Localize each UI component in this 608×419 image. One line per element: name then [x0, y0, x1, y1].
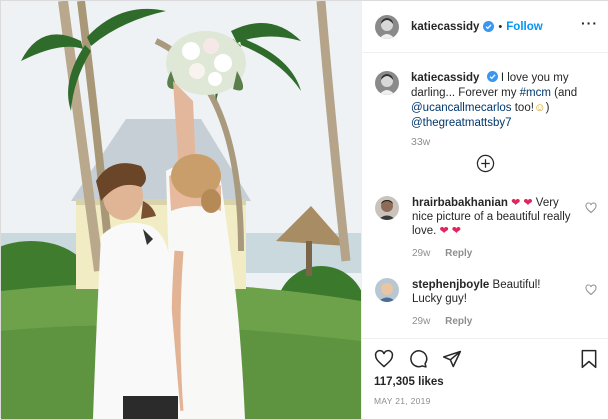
- author-avatar[interactable]: [375, 14, 399, 39]
- comment-text: stephenjboyle Beautiful! Lucky guy!: [412, 278, 572, 306]
- commenter-avatar[interactable]: [375, 278, 399, 302]
- wedding-photo-illustration: [1, 1, 361, 419]
- share-icon[interactable]: [442, 349, 462, 369]
- post-actions: 117,305 likes MAY 21, 2019: [362, 338, 608, 419]
- caption-username[interactable]: katiecassidy: [411, 72, 479, 84]
- smile-emoji: ☺: [533, 102, 546, 114]
- commenter-username[interactable]: stephenjboyle: [412, 279, 489, 291]
- author-username[interactable]: katiecassidy: [411, 21, 479, 33]
- comment-meta: 29w Reply: [412, 316, 484, 327]
- reply-button[interactable]: Reply: [445, 248, 472, 259]
- like-comment-icon[interactable]: [585, 284, 597, 296]
- like-comment-icon[interactable]: [585, 202, 597, 214]
- bookmark-icon[interactable]: [580, 349, 598, 369]
- reply-button[interactable]: Reply: [445, 316, 472, 327]
- comment-timestamp[interactable]: 29w: [412, 248, 430, 259]
- separator-dot: •: [498, 20, 503, 33]
- verified-badge-icon: [486, 71, 498, 82]
- heart-emojis: ❤ ❤: [511, 197, 533, 209]
- instagram-post: katiecassidy • Follow ··· katiecassidy I…: [0, 0, 608, 419]
- caption-timestamp[interactable]: 33w: [411, 136, 430, 148]
- caption-author-avatar[interactable]: [375, 71, 399, 95]
- caption-body-4: ): [545, 102, 550, 114]
- mention-link-2[interactable]: @thegreatmattsby7: [411, 117, 512, 129]
- comment-timestamp[interactable]: 29w: [412, 316, 430, 327]
- mention-link-1[interactable]: @ucancallmecarlos: [411, 102, 512, 114]
- caption-body-2: (and: [554, 87, 578, 99]
- more-options-icon[interactable]: ···: [581, 16, 598, 30]
- comment-icon[interactable]: [408, 349, 428, 369]
- verified-badge-icon: [483, 21, 495, 32]
- caption-body-3: too!: [514, 102, 534, 114]
- follow-button[interactable]: Follow: [506, 21, 542, 33]
- like-icon[interactable]: [374, 349, 394, 369]
- bouquet: [166, 31, 246, 95]
- post-header: katiecassidy • Follow ···: [362, 1, 608, 53]
- post-photo[interactable]: [1, 1, 361, 419]
- post-date[interactable]: MAY 21, 2019: [374, 396, 431, 406]
- action-icons: [374, 349, 462, 371]
- load-more-comments-icon[interactable]: [476, 154, 495, 173]
- post-side-panel: katiecassidy • Follow ··· katiecassidy I…: [361, 1, 608, 419]
- commenter-username[interactable]: hrairbabakhanian: [412, 197, 508, 209]
- likes-count[interactable]: 117,305 likes: [374, 376, 444, 388]
- comment-text: hrairbabakhanian ❤ ❤ Very nice picture o…: [412, 196, 572, 238]
- caption-text: katiecassidy I love you my darling... Fo…: [411, 71, 601, 131]
- comment-meta: 29w Reply: [412, 248, 484, 259]
- heart-emojis: ❤ ❤: [439, 225, 462, 237]
- hashtag-link[interactable]: #mcm: [520, 87, 551, 99]
- commenter-avatar[interactable]: [375, 196, 399, 220]
